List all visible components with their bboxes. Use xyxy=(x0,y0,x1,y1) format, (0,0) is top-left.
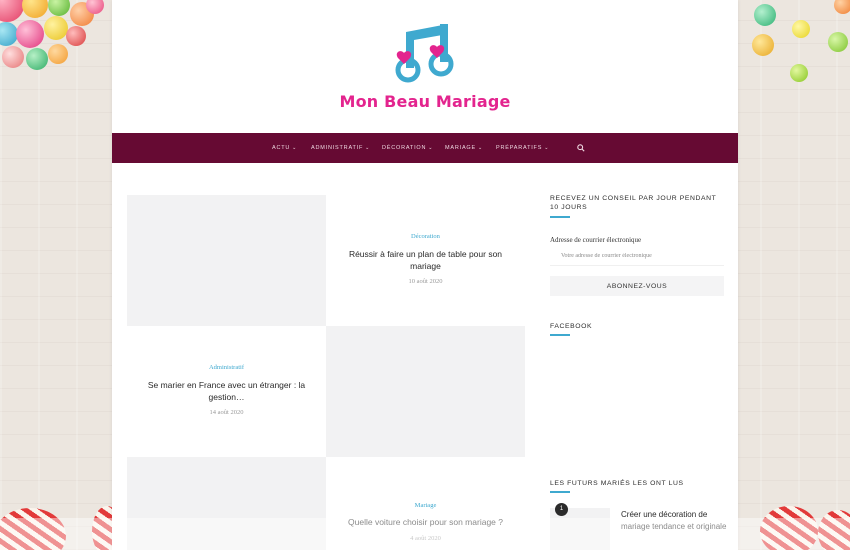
candy-decoration xyxy=(828,32,848,52)
search-icon[interactable] xyxy=(577,144,585,152)
nav-item-mariage[interactable]: Mariage ⌄ xyxy=(445,133,483,163)
chevron-down-icon: ⌄ xyxy=(544,145,550,151)
email-field[interactable] xyxy=(550,246,724,266)
nav-item-label: Décoration xyxy=(382,145,427,151)
post-date: 14 août 2020 xyxy=(209,409,244,416)
chevron-down-icon: ⌄ xyxy=(428,145,434,151)
post-date: 4 août 2020 xyxy=(410,535,441,542)
facebook-widget-title: Facebook xyxy=(550,323,593,330)
post-category[interactable]: Décoration xyxy=(326,233,525,240)
nav-item-label: Administratif xyxy=(311,145,364,151)
striped-candy-decoration xyxy=(760,506,818,550)
post-title[interactable]: Réussir à faire un plan de table pour so… xyxy=(336,248,515,272)
post-card[interactable]: Mariage Quelle voiture choisir pour son … xyxy=(326,457,525,550)
candy-decoration xyxy=(86,0,104,14)
post-category[interactable]: Administratif xyxy=(127,364,326,371)
candy-decoration xyxy=(48,44,68,64)
chevron-down-icon: ⌄ xyxy=(477,145,483,151)
page-container: Mon Beau Mariage Actu ⌄ Administratif ⌄ Dé… xyxy=(112,0,738,550)
post-thumbnail[interactable] xyxy=(127,195,326,326)
subscribe-button[interactable]: Abonnez-vous xyxy=(550,276,724,296)
post-card[interactable]: Administratif Se marier en France avec u… xyxy=(127,326,326,457)
title-underline xyxy=(550,334,570,336)
candy-decoration xyxy=(16,20,44,48)
candy-decoration xyxy=(44,16,68,40)
chevron-down-icon: ⌄ xyxy=(365,145,371,151)
candy-decoration xyxy=(66,26,86,46)
title-underline xyxy=(550,491,570,493)
post-title[interactable]: Quelle voiture choisir pour son mariage … xyxy=(336,516,515,528)
striped-candy-decoration xyxy=(818,510,850,550)
candy-decoration xyxy=(834,0,850,14)
title-underline xyxy=(550,216,570,218)
candy-decoration xyxy=(754,4,776,26)
nav-item-label: Préparatifs xyxy=(496,145,543,151)
music-notes-hearts-icon[interactable] xyxy=(390,18,462,84)
nav-item-decoration[interactable]: Décoration ⌄ xyxy=(382,133,433,163)
main-nav: Actu ⌄ Administratif ⌄ Décoration ⌄ Mariage… xyxy=(112,133,738,163)
candy-decoration xyxy=(22,0,48,18)
chevron-down-icon: ⌄ xyxy=(292,145,298,151)
newsletter-widget-title: Recevez un conseil par jour pendant 10 j… xyxy=(550,195,717,211)
popular-post-title[interactable]: Créer une décoration de mariage tendance… xyxy=(621,509,729,532)
post-thumbnail[interactable] xyxy=(127,457,326,550)
post-category[interactable]: Mariage xyxy=(326,502,525,509)
candy-decoration xyxy=(26,48,48,70)
nav-item-preparatifs[interactable]: Préparatifs ⌄ xyxy=(496,133,549,163)
email-label: Adresse de courrier électronique xyxy=(550,236,642,244)
site-header: Mon Beau Mariage xyxy=(112,0,738,133)
nav-item-administratif[interactable]: Administratif ⌄ xyxy=(311,133,370,163)
nav-item-label: Mariage xyxy=(445,145,476,151)
site-title[interactable]: Mon Beau Mariage xyxy=(112,92,738,111)
striped-candy-decoration xyxy=(0,508,66,550)
nav-item-label: Actu xyxy=(272,145,291,151)
facebook-embed xyxy=(550,340,724,460)
post-card[interactable]: Décoration Réussir à faire un plan de ta… xyxy=(326,195,525,326)
candy-decoration xyxy=(792,20,810,38)
candy-decoration xyxy=(2,46,24,68)
post-date: 10 août 2020 xyxy=(408,278,443,285)
candy-decoration xyxy=(790,64,808,82)
candy-decoration xyxy=(0,0,24,22)
popular-widget-title: Les futurs mariés les ont lus xyxy=(550,480,684,487)
nav-item-actu[interactable]: Actu ⌄ xyxy=(272,133,297,163)
candy-decoration xyxy=(752,34,774,56)
candy-decoration xyxy=(48,0,70,16)
post-title[interactable]: Se marier en France avec un étranger : l… xyxy=(137,379,316,403)
popular-rank-badge: 1 xyxy=(555,503,568,516)
post-thumbnail[interactable] xyxy=(326,326,525,457)
